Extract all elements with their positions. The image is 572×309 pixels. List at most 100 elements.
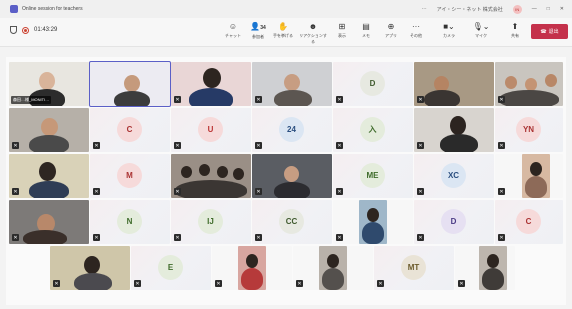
participant-initials: CC bbox=[279, 209, 304, 234]
minimize-icon[interactable]: — bbox=[532, 6, 537, 12]
participant-tile[interactable]: ✕ bbox=[414, 62, 494, 106]
participant-initials: N bbox=[117, 209, 142, 234]
name-label: 森田…様_MONITI… bbox=[11, 96, 52, 104]
account-label: アイ・シー・ネット 株式会社 bbox=[436, 6, 503, 13]
participant-video bbox=[479, 246, 507, 290]
participant-tile[interactable]: ✕ bbox=[252, 62, 332, 106]
phone-icon: ☎ bbox=[540, 28, 547, 35]
participant-tile[interactable]: M ✕ bbox=[90, 154, 170, 198]
participant-tile[interactable]: ME ✕ bbox=[333, 154, 413, 198]
participant-initials: 入 bbox=[360, 117, 385, 142]
close-icon[interactable]: ✕ bbox=[560, 6, 564, 12]
recording-icon bbox=[22, 26, 29, 34]
reaction-icon: ☻ bbox=[308, 22, 318, 31]
participant-tile[interactable]: 森田…様_MONITI… bbox=[9, 62, 89, 106]
meeting-timer: 01:43:29 bbox=[34, 27, 58, 33]
participant-initials: E bbox=[158, 255, 183, 280]
participant-initials: 24 bbox=[279, 117, 304, 142]
participant-video bbox=[238, 246, 266, 290]
leave-button[interactable]: ☎ 退出 bbox=[531, 24, 568, 39]
participant-video bbox=[522, 154, 550, 198]
participant-tile[interactable]: 入 ✕ bbox=[333, 108, 413, 152]
participant-tile[interactable]: ✕ bbox=[455, 246, 515, 290]
participant-tile[interactable]: ✕ bbox=[9, 200, 89, 244]
participant-tile[interactable]: CC ✕ bbox=[252, 200, 332, 244]
participant-tile[interactable]: 24 ✕ bbox=[252, 108, 332, 152]
participant-tile[interactable]: YN ✕ bbox=[495, 108, 563, 152]
participant-tile[interactable]: ✕ bbox=[495, 62, 563, 106]
mic-muted-icon: ✕ bbox=[255, 188, 262, 195]
participant-initials: ME bbox=[360, 163, 385, 188]
mic-muted-icon: ✕ bbox=[498, 188, 505, 195]
raise-hand-icon: ✋ bbox=[278, 22, 288, 31]
participant-tile[interactable]: XC ✕ bbox=[414, 154, 494, 198]
mic-muted-icon: ✕ bbox=[12, 142, 19, 149]
participant-tile[interactable]: C ✕ bbox=[495, 200, 563, 244]
window-title: Online session for teachers bbox=[22, 6, 83, 12]
mic-muted-icon: ✕ bbox=[93, 188, 100, 195]
participant-initials: D bbox=[360, 71, 385, 96]
mic-muted-icon: ✕ bbox=[134, 280, 141, 287]
camera-icon: ■⌄ bbox=[443, 22, 455, 31]
mic-muted-icon: ✕ bbox=[93, 142, 100, 149]
participant-tile[interactable]: D ✕ bbox=[333, 62, 413, 106]
participant-tile[interactable]: E ✕ bbox=[131, 246, 211, 290]
mic-muted-icon: ✕ bbox=[498, 96, 505, 103]
participant-tile[interactable]: C ✕ bbox=[90, 108, 170, 152]
share-button[interactable]: ⬆ 共有 bbox=[500, 22, 530, 39]
mic-muted-icon: ✕ bbox=[296, 280, 303, 287]
mic-muted-icon: ✕ bbox=[12, 188, 19, 195]
mic-muted-icon: ✕ bbox=[377, 280, 384, 287]
participant-initials: D bbox=[441, 209, 466, 234]
reaction-button[interactable]: ☻ リアクションする bbox=[298, 22, 328, 45]
participant-tile[interactable]: MT ✕ bbox=[374, 246, 454, 290]
mic-muted-icon: ✕ bbox=[417, 96, 424, 103]
mic-muted-icon: ✕ bbox=[336, 234, 343, 241]
participant-initials: YN bbox=[516, 117, 541, 142]
more-icon[interactable]: ··· bbox=[422, 6, 427, 12]
mic-muted-icon: ✕ bbox=[174, 96, 181, 103]
mic-muted-icon: ✕ bbox=[215, 280, 222, 287]
participant-tile[interactable]: ✕ bbox=[9, 154, 89, 198]
participant-tile[interactable]: IJ ✕ bbox=[171, 200, 251, 244]
participant-tile[interactable]: ✕ bbox=[212, 246, 292, 290]
shield-icon bbox=[10, 26, 17, 34]
mic-muted-icon: ✕ bbox=[417, 234, 424, 241]
raise-hand-button[interactable]: ✋ 手を挙げる bbox=[268, 22, 298, 39]
mic-icon: 🎙⌄ bbox=[472, 22, 490, 31]
avatar[interactable]: IN bbox=[512, 4, 522, 14]
participant-tile[interactable]: N ✕ bbox=[90, 200, 170, 244]
participant-tile[interactable]: ✕ bbox=[495, 154, 563, 198]
mic-button[interactable]: 🎙⌄ マイク bbox=[466, 22, 496, 39]
mic-muted-icon: ✕ bbox=[417, 142, 424, 149]
mic-muted-icon: ✕ bbox=[498, 234, 505, 241]
participant-tile[interactable]: ✕ bbox=[9, 108, 89, 152]
maximize-icon[interactable]: □ bbox=[547, 6, 550, 12]
participant-tile[interactable]: ✕ bbox=[252, 154, 332, 198]
participant-tile[interactable]: ✕ bbox=[171, 154, 251, 198]
participant-tile-active[interactable] bbox=[89, 61, 171, 107]
participant-initials: XC bbox=[441, 163, 466, 188]
participant-tile[interactable]: D ✕ bbox=[414, 200, 494, 244]
mic-muted-icon: ✕ bbox=[336, 142, 343, 149]
participant-tile[interactable]: U ✕ bbox=[171, 108, 251, 152]
mic-muted-icon: ✕ bbox=[498, 142, 505, 149]
participant-tile[interactable]: ✕ bbox=[171, 62, 251, 106]
participant-initials: C bbox=[117, 117, 142, 142]
participant-tile[interactable]: ✕ bbox=[293, 246, 373, 290]
camera-button[interactable]: ■⌄ カメラ bbox=[434, 22, 464, 39]
mic-muted-icon: ✕ bbox=[93, 234, 100, 241]
mic-muted-icon: ✕ bbox=[255, 142, 262, 149]
mic-muted-icon: ✕ bbox=[174, 188, 181, 195]
share-icon: ⬆ bbox=[511, 22, 519, 31]
participant-video bbox=[359, 200, 387, 244]
participant-tile[interactable]: ✕ bbox=[414, 108, 494, 152]
more-button[interactable]: ··· その他 bbox=[401, 22, 431, 39]
participant-tile[interactable]: ✕ bbox=[50, 246, 130, 290]
teams-icon bbox=[10, 5, 18, 13]
participant-initials: M bbox=[117, 163, 142, 188]
participant-tile[interactable]: ✕ bbox=[333, 200, 413, 244]
mic-muted-icon: ✕ bbox=[458, 280, 465, 287]
mic-muted-icon: ✕ bbox=[255, 234, 262, 241]
participant-video bbox=[319, 246, 347, 290]
